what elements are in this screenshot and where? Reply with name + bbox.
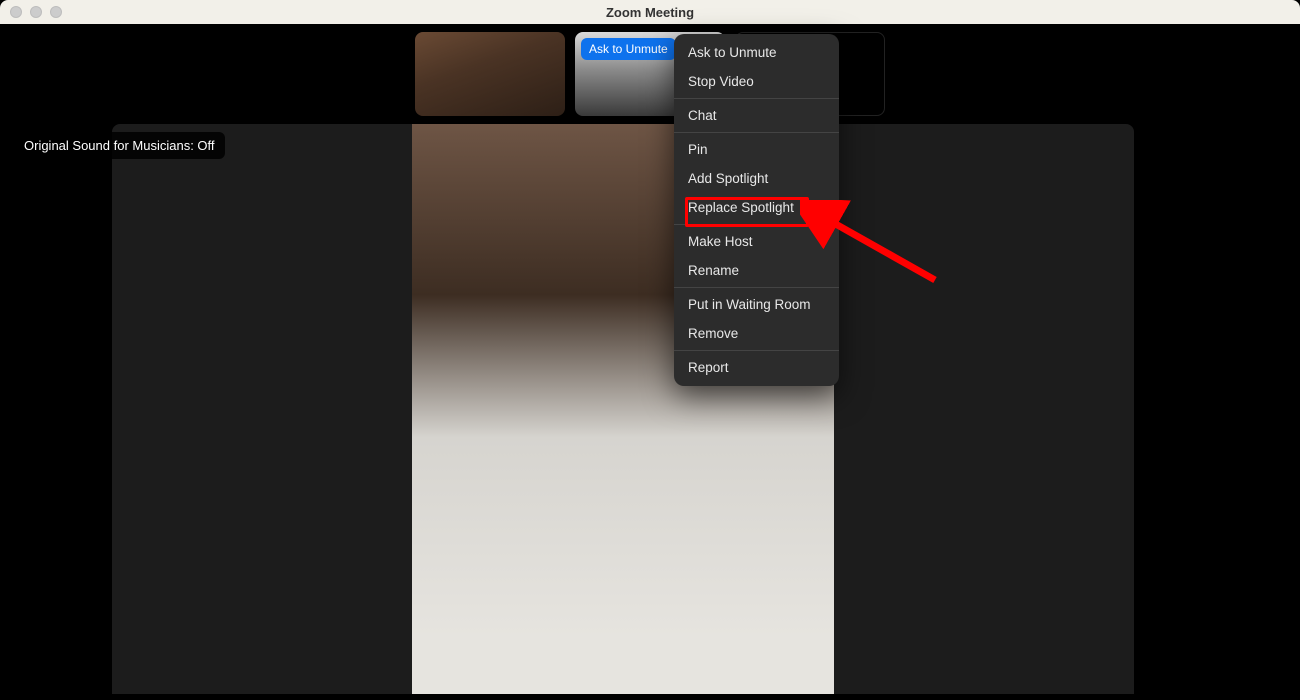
menu-item-remove[interactable]: Remove (674, 319, 839, 348)
menu-separator (674, 350, 839, 351)
menu-item-chat[interactable]: Chat (674, 101, 839, 130)
original-sound-toggle[interactable]: Original Sound for Musicians: Off (14, 132, 225, 159)
menu-separator (674, 224, 839, 225)
window-title: Zoom Meeting (606, 5, 694, 20)
menu-item-pin[interactable]: Pin (674, 135, 839, 164)
active-speaker-video (112, 124, 1134, 694)
menu-separator (674, 132, 839, 133)
zoom-window-icon[interactable] (50, 6, 62, 18)
close-window-icon[interactable] (10, 6, 22, 18)
menu-item-rename[interactable]: Rename (674, 256, 839, 285)
menu-item-add-spotlight[interactable]: Add Spotlight (674, 164, 839, 193)
menu-item-stop-video[interactable]: Stop Video (674, 67, 839, 96)
original-sound-label: Original Sound for Musicians: Off (24, 138, 215, 153)
menu-item-replace-spotlight[interactable]: Replace Spotlight (674, 193, 839, 222)
participant-context-menu[interactable]: Ask to UnmuteStop Video Chat PinAdd Spotli… (674, 34, 839, 386)
menu-separator (674, 98, 839, 99)
menu-separator (674, 287, 839, 288)
menu-item-ask-to-unmute[interactable]: Ask to Unmute (674, 38, 839, 67)
menu-item-put-in-waiting-room[interactable]: Put in Waiting Room (674, 290, 839, 319)
traffic-lights (10, 6, 62, 18)
participant-video-placeholder (415, 32, 565, 116)
window-titlebar: Zoom Meeting (0, 0, 1300, 24)
participant-thumbnail-1[interactable] (415, 32, 565, 116)
menu-item-make-host[interactable]: Make Host (674, 227, 839, 256)
minimize-window-icon[interactable] (30, 6, 42, 18)
menu-item-report[interactable]: Report (674, 353, 839, 382)
ask-to-unmute-button[interactable]: Ask to Unmute (581, 38, 676, 60)
meeting-area: Ask to Unmute Original Sound for Musicia… (6, 24, 1294, 694)
